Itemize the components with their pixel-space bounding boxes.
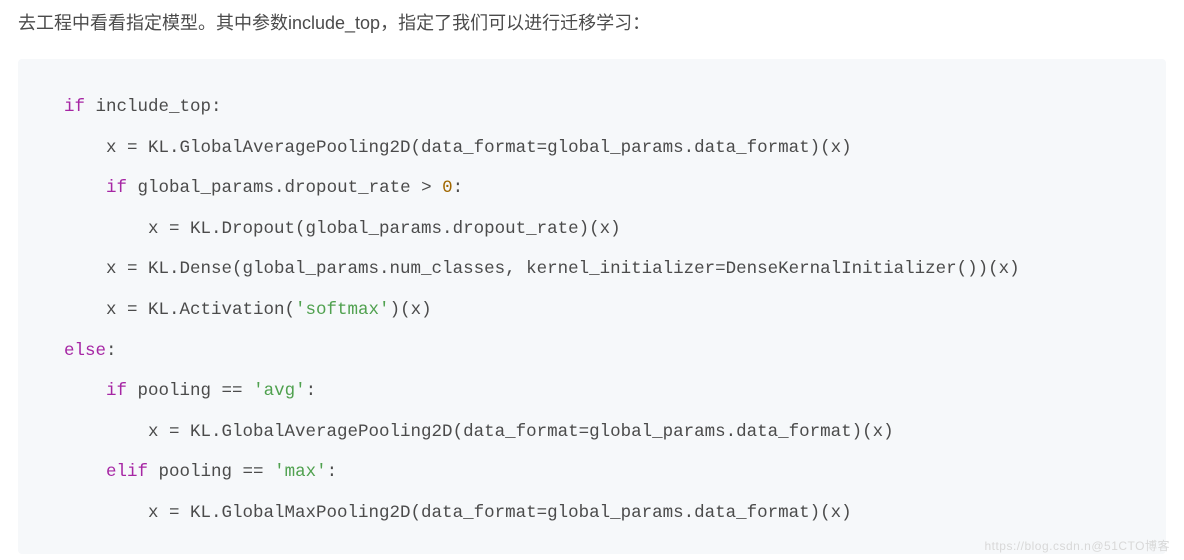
code-line: x = KL.Activation('softmax')(x): [64, 290, 1146, 331]
code-line: x = KL.GlobalMaxPooling2D(data_format=gl…: [64, 493, 1146, 534]
code-text: pooling ==: [127, 381, 253, 401]
number-literal: 0: [442, 178, 453, 198]
code-line: if pooling == 'avg':: [64, 371, 1146, 412]
keyword-if: if: [106, 178, 127, 198]
string-literal: 'softmax': [295, 300, 390, 320]
code-text: x = KL.Activation(: [64, 300, 295, 320]
code-line: x = KL.GlobalAveragePooling2D(data_forma…: [64, 412, 1146, 453]
code-text: )(x): [390, 300, 432, 320]
keyword-if: if: [106, 381, 127, 401]
keyword-elif: elif: [106, 462, 148, 482]
code-text: [64, 178, 106, 198]
keyword-else: else: [64, 341, 106, 361]
code-text: pooling ==: [148, 462, 274, 482]
code-text: :: [453, 178, 464, 198]
code-line: elif pooling == 'max':: [64, 452, 1146, 493]
string-literal: 'avg': [253, 381, 306, 401]
code-text: [64, 462, 106, 482]
intro-text: 去工程中看看指定模型。其中参数include_top，指定了我们可以进行迁移学习…: [18, 10, 1166, 37]
code-text: [64, 381, 106, 401]
code-line: else:: [64, 331, 1146, 372]
code-block: if include_top: x = KL.GlobalAveragePool…: [18, 59, 1166, 554]
code-text: :: [306, 381, 317, 401]
code-line: x = KL.Dense(global_params.num_classes, …: [64, 249, 1146, 290]
keyword-if: if: [64, 97, 85, 117]
code-text: :: [106, 341, 117, 361]
code-line: if global_params.dropout_rate > 0:: [64, 168, 1146, 209]
code-text: :: [327, 462, 338, 482]
code-text: global_params.dropout_rate >: [127, 178, 442, 198]
code-line: x = KL.GlobalAveragePooling2D(data_forma…: [64, 128, 1146, 169]
watermark-text: https://blog.csdn.n@51CTO博客: [984, 537, 1170, 554]
code-line: if include_top:: [64, 87, 1146, 128]
code-line: x = KL.Dropout(global_params.dropout_rat…: [64, 209, 1146, 250]
string-literal: 'max': [274, 462, 327, 482]
code-text: include_top:: [85, 97, 222, 117]
